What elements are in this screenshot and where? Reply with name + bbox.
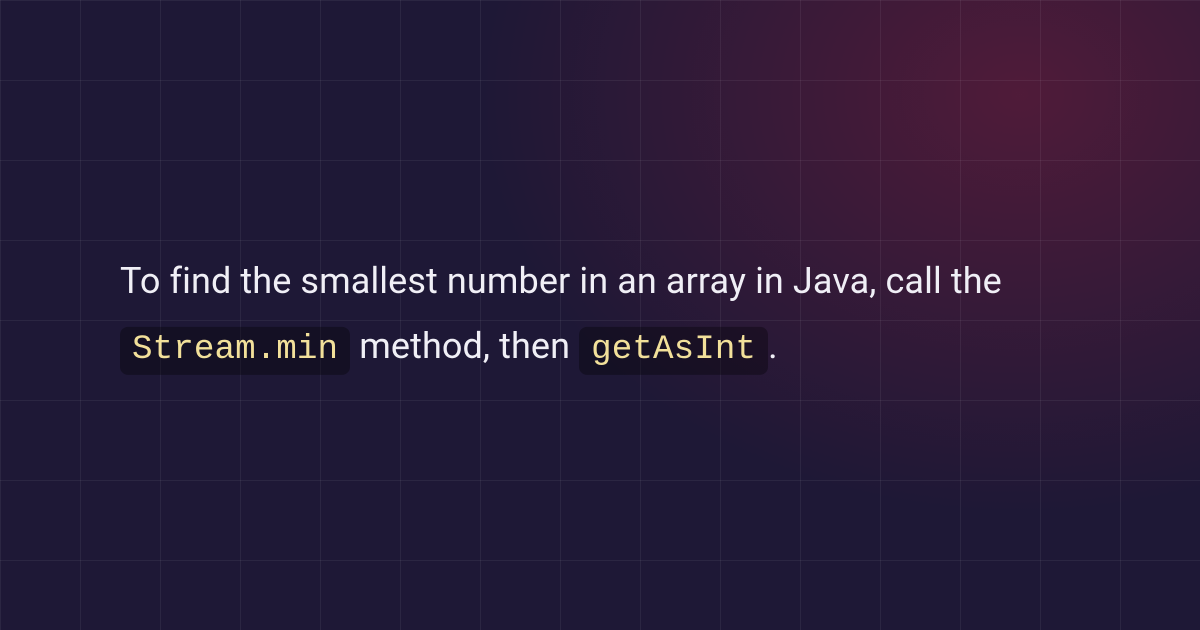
text-segment: . (768, 325, 778, 367)
text-segment: method, then (359, 325, 579, 367)
inline-code: Stream.min (120, 327, 350, 375)
inline-code: getAsInt (579, 327, 768, 375)
text-segment: To find the smallest number in an array … (120, 260, 1002, 302)
card-text: To find the smallest number in an array … (120, 249, 1080, 381)
